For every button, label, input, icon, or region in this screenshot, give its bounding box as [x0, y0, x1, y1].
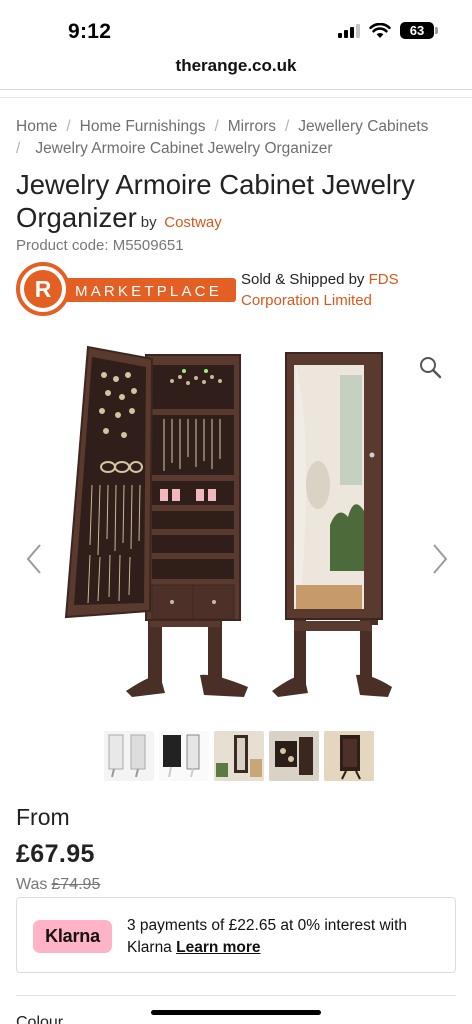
- thumbnail-5[interactable]: [324, 731, 374, 781]
- price: £67.95: [16, 840, 95, 868]
- colour-section-label: Colour: [16, 1014, 64, 1024]
- address-bar[interactable]: therange.co.uk: [0, 56, 472, 90]
- status-time: 9:12: [68, 20, 112, 43]
- marketplace-logo-text: MARKETPLACE: [75, 283, 222, 300]
- battery-icon: 63: [400, 22, 438, 39]
- sold-by-label: Sold & Shipped by: [241, 271, 365, 288]
- breadcrumb-separator: /: [214, 118, 219, 135]
- status-bar: 9:12 63: [0, 0, 472, 58]
- wifi-icon: [369, 22, 391, 38]
- breadcrumb-current[interactable]: Jewelry Armoire Cabinet Jewelry Organize…: [35, 140, 332, 157]
- breadcrumb: Home / Home Furnishings / Mirrors / Jewellery …: [16, 116, 461, 160]
- breadcrumb-home[interactable]: Home: [16, 118, 57, 135]
- was-price-value: £74.95: [51, 876, 101, 893]
- klarna-badge: Klarna: [33, 920, 112, 953]
- klarna-message: 3 payments of £22.65 at 0% interest with…: [127, 915, 447, 959]
- breadcrumb-jewellery-cabinets[interactable]: Jewellery Cabinets: [298, 118, 428, 135]
- thumbnail-2[interactable]: [159, 731, 209, 781]
- from-label: From: [16, 804, 70, 830]
- was-label: Was: [16, 876, 48, 893]
- breadcrumb-home-furnishings[interactable]: Home Furnishings: [80, 118, 206, 135]
- thumbnail-1[interactable]: [104, 731, 154, 781]
- was-price: Was £74.95: [16, 876, 100, 894]
- breadcrumb-mirrors[interactable]: Mirrors: [228, 118, 276, 135]
- divider: [0, 89, 472, 90]
- breadcrumb-separator: /: [66, 118, 71, 135]
- breadcrumb-separator: /: [284, 118, 290, 135]
- klarna-text: 3 payments of £22.65 at 0% interest with…: [127, 917, 408, 956]
- marketplace-logo-letter: R: [35, 276, 52, 302]
- brand-link[interactable]: Costway: [164, 214, 222, 231]
- product-title: Jewelry Armoire Cabinet Jewelry Organize…: [16, 168, 456, 239]
- chevron-left-icon[interactable]: [24, 542, 46, 576]
- signal-icon: [338, 23, 360, 38]
- klarna-learn-more-link[interactable]: Learn more: [176, 939, 260, 956]
- breadcrumb-separator: /: [16, 140, 21, 157]
- thumbnail-4[interactable]: [269, 731, 319, 781]
- klarna-banner: Klarna 3 payments of £22.65 at 0% intere…: [16, 897, 456, 973]
- url-text[interactable]: therange.co.uk: [176, 56, 297, 75]
- product-code: Product code: M5509651: [16, 237, 184, 254]
- magnifier-icon[interactable]: [418, 355, 444, 381]
- sold-by: Sold & Shipped by FDS Corporation Limite…: [241, 269, 441, 311]
- thumbnail-3[interactable]: [214, 731, 264, 781]
- status-icons: 63: [338, 22, 438, 39]
- home-indicator[interactable]: [151, 1010, 321, 1015]
- product-image[interactable]: [0, 335, 472, 727]
- chevron-right-icon[interactable]: [428, 542, 450, 576]
- marketplace-logo: R MARKETPLACE: [16, 262, 236, 316]
- divider: [16, 995, 456, 996]
- by-label: by: [140, 214, 157, 231]
- divider: [0, 97, 472, 98]
- thumbnail-strip: [104, 731, 374, 781]
